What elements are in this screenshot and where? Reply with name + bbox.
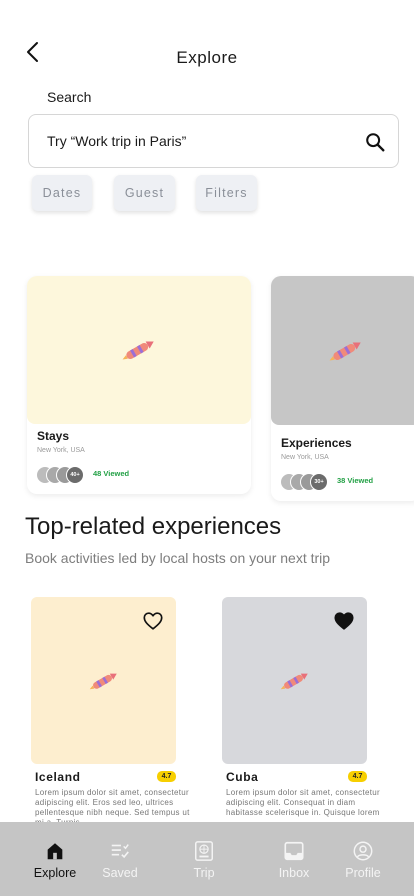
viewed-count: 38 Viewed: [337, 476, 374, 485]
heart-outline-icon[interactable]: [142, 610, 164, 632]
tab-saved[interactable]: Saved: [95, 822, 145, 896]
rocket-icon: [122, 341, 154, 360]
list-check-icon: [111, 844, 129, 859]
guest-filter-button[interactable]: Guest: [114, 175, 175, 211]
search-icon[interactable]: [364, 131, 386, 153]
inbox-icon: [284, 841, 304, 861]
section-subtitle: Book activities led by local hosts on yo…: [25, 550, 331, 566]
category-name: Experiences: [281, 436, 352, 450]
bottom-tab-bar: Explore Saved Trip Inbox Profile: [0, 822, 414, 896]
card-image: [271, 276, 414, 425]
card-image: [27, 276, 251, 424]
avatar-group: 30+: [280, 473, 330, 491]
search-label: Search: [47, 89, 92, 105]
section-title: Top-related experiences: [25, 513, 282, 540]
rocket-icon: [329, 342, 361, 360]
avatar-count-badge: 40+: [66, 466, 84, 484]
tab-label: Explore: [33, 866, 77, 880]
search-input[interactable]: [47, 115, 347, 167]
category-card-stays[interactable]: Stays New York, USA 40+ 48 Viewed: [27, 276, 251, 494]
rating-badge: 4.7: [348, 771, 367, 782]
dates-filter-button[interactable]: Dates: [32, 175, 92, 211]
profile-icon: [353, 841, 373, 861]
tab-label: Inbox: [278, 866, 310, 880]
tab-trip[interactable]: Trip: [179, 822, 229, 896]
experience-name: Iceland: [35, 770, 81, 784]
rocket-icon: [280, 673, 308, 689]
experience-description: Lorem ipsum dolor sit amet, consectetur …: [226, 788, 380, 817]
tab-label: Trip: [193, 866, 215, 880]
home-icon: [47, 843, 63, 860]
category-location: New York, USA: [281, 454, 329, 461]
rating-badge: 4.7: [157, 771, 176, 782]
experience-name: Cuba: [226, 770, 259, 784]
avatar-count-badge: 30+: [310, 473, 328, 491]
page-title: Explore: [176, 48, 238, 67]
search-field[interactable]: [28, 114, 399, 168]
tab-inbox[interactable]: Inbox: [269, 822, 319, 896]
viewed-count: 48 Viewed: [93, 469, 130, 478]
rocket-icon: [89, 673, 117, 689]
avatar-group: 40+: [36, 466, 86, 484]
category-location: New York, USA: [37, 447, 85, 454]
category-card-experiences[interactable]: Experiences New York, USA 30+ 38 Viewed: [271, 276, 414, 501]
category-name: Stays: [37, 429, 70, 443]
filters-button[interactable]: Filters: [196, 175, 257, 211]
passport-icon: [195, 841, 213, 861]
tab-profile[interactable]: Profile: [338, 822, 388, 896]
tab-label: Saved: [102, 866, 138, 880]
tab-explore[interactable]: Explore: [26, 822, 84, 896]
tab-label: Profile: [345, 866, 381, 880]
heart-filled-icon[interactable]: [333, 610, 355, 632]
